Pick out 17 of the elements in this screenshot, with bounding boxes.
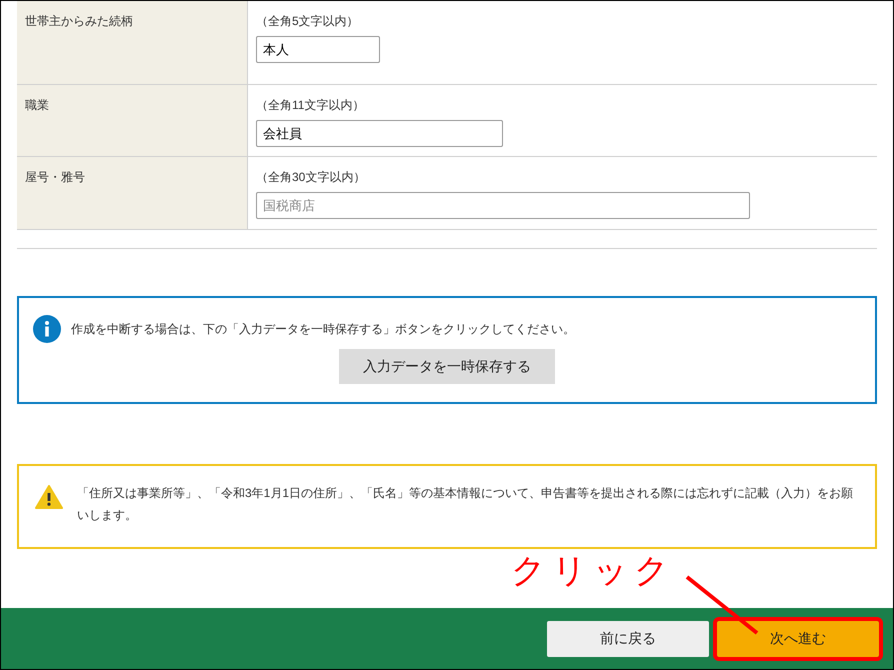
back-button[interactable]: 前に戻る (547, 620, 709, 656)
label-cell: 屋号・雅号 (17, 157, 248, 229)
input-field[interactable]: 会社員 (256, 120, 503, 147)
info-icon (33, 315, 61, 343)
hint-text: （全角11文字以内） (256, 97, 366, 114)
warning-icon (35, 485, 63, 509)
warning-text: 「住所又は事業所等」、「令和3年1月1日の住所」、「氏名」等の基本情報について、申告書等を提出される際には忘れずに記載（入力）をお願いします。 (77, 485, 854, 524)
save-button[interactable]: 入力データを一時保存する (339, 349, 555, 384)
input-field[interactable]: 本人 (256, 36, 380, 63)
label-cell: 職業 (17, 85, 248, 156)
next-button[interactable]: 次へ進む (717, 620, 879, 656)
hint-text: （全角30文字以内） (256, 169, 366, 186)
input-field[interactable]: 国税商店 (256, 192, 750, 219)
annotation-text: クリック (511, 551, 675, 591)
label-cell: 世帯主からみた続柄 (17, 1, 248, 84)
info-text: 作成を中断する場合は、下の「入力データを一時保存する」ボタンをクリックしてください。 (71, 321, 575, 338)
hint-text: （全角5文字以内） (256, 13, 360, 30)
